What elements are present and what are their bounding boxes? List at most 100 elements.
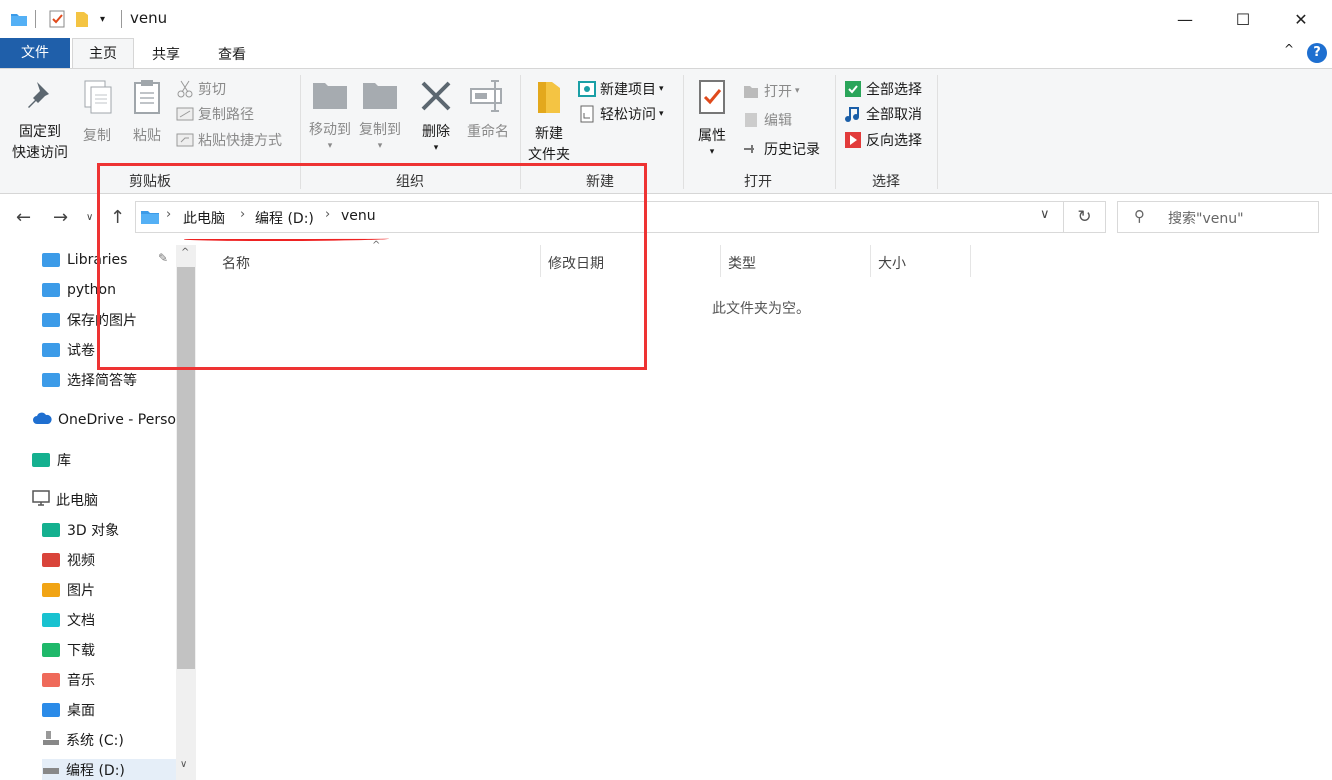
- breadcrumb-venu[interactable]: venu: [341, 208, 376, 224]
- nav-item-documents[interactable]: 文档: [42, 609, 95, 631]
- new-folder-quick-icon[interactable]: [75, 9, 89, 29]
- ribbon-tabs: 文件 主页 共享 查看 ^: [0, 38, 1332, 69]
- window-title: venu: [130, 9, 168, 27]
- address-bar[interactable]: › 此电脑 › 编程 (D:) › venu ∨: [135, 201, 1064, 233]
- delete-button[interactable]: 删除 ▾: [416, 79, 456, 153]
- nav-scrollbar[interactable]: ^ ∨: [176, 245, 196, 780]
- back-arrow-icon[interactable]: ←: [16, 207, 31, 228]
- collapse-ribbon-icon[interactable]: ^: [1284, 42, 1294, 56]
- scroll-down-icon[interactable]: ∨: [180, 759, 187, 770]
- close-button[interactable]: ✕: [1272, 0, 1330, 38]
- nav-item-drive-d[interactable]: 编程 (D:): [42, 759, 176, 780]
- open-button[interactable]: 打开 ▾: [742, 79, 800, 103]
- help-button[interactable]: ?: [1307, 43, 1327, 63]
- open-dropdown-icon: ▾: [795, 86, 800, 96]
- nav-item-3d-objects[interactable]: 3D 对象: [42, 519, 119, 541]
- nav-item-python[interactable]: python: [42, 279, 116, 301]
- new-folder-button[interactable]: 新建 文件夹: [524, 79, 574, 166]
- navigation-pane: Libraries ✎ python 保存的图片 试卷 选择简答等 OneDri…: [0, 245, 197, 780]
- recent-locations-chevron-icon[interactable]: ∨: [86, 212, 93, 223]
- customize-quick-access-icon[interactable]: ▾: [100, 9, 105, 29]
- search-input[interactable]: ⚲ 搜索"venu": [1117, 201, 1319, 233]
- copy-path-button[interactable]: 复制路径: [176, 102, 254, 126]
- easy-access-button[interactable]: 轻松访问 ▾: [578, 102, 664, 126]
- scissors-icon: [176, 80, 194, 98]
- nav-item-this-pc[interactable]: 此电脑: [32, 489, 98, 511]
- nav-item-pictures[interactable]: 图片: [42, 579, 95, 601]
- nav-item-libraries-root[interactable]: 库: [32, 449, 71, 471]
- paste-shortcut-button[interactable]: 粘贴快捷方式: [176, 128, 282, 152]
- title-bar: ▾ venu — ☐ ✕: [0, 0, 1332, 38]
- pin-icon[interactable]: ✎: [158, 251, 168, 265]
- copy-button[interactable]: 复制: [78, 79, 116, 147]
- scroll-up-icon[interactable]: ^: [181, 247, 189, 258]
- breadcrumb-chevron-icon[interactable]: ›: [325, 207, 330, 222]
- rename-button[interactable]: 重命名: [462, 79, 514, 143]
- breadcrumb-chevron-icon[interactable]: ›: [240, 207, 245, 222]
- paste-shortcut-icon: [176, 131, 194, 149]
- scrollbar-thumb[interactable]: [177, 267, 195, 669]
- properties-quick-icon[interactable]: [48, 9, 66, 29]
- folder-icon: [42, 313, 60, 327]
- nav-item-downloads[interactable]: 下载: [42, 639, 95, 661]
- new-item-dropdown-icon: ▾: [659, 84, 664, 94]
- delete-x-icon: [416, 79, 456, 120]
- open-icon: [742, 82, 760, 100]
- downloads-icon: [42, 643, 60, 657]
- folder-icon: [10, 9, 28, 29]
- tab-file[interactable]: 文件: [0, 38, 70, 68]
- computer-icon: [32, 490, 50, 510]
- new-item-button[interactable]: 新建项目 ▾: [578, 77, 664, 101]
- maximize-button[interactable]: ☐: [1214, 0, 1272, 38]
- move-folder-icon: [304, 79, 356, 118]
- desktop-icon: [42, 703, 60, 717]
- 3d-objects-icon: [42, 523, 60, 537]
- navigation-bar: ← → ∨ ↑ › 此电脑 › 编程 (D:) › venu ∨ ↻ ⚲ 搜索"…: [0, 195, 1332, 245]
- nav-item-saved-pictures[interactable]: 保存的图片: [42, 309, 137, 331]
- group-label-organize: 组织: [396, 174, 424, 190]
- move-to-dropdown-icon: ▾: [327, 141, 333, 151]
- forward-arrow-icon[interactable]: →: [53, 207, 68, 228]
- nav-item-exam[interactable]: 试卷: [42, 339, 95, 361]
- tab-share[interactable]: 共享: [152, 44, 180, 64]
- nav-item-music[interactable]: 音乐: [42, 669, 95, 691]
- nav-item-desktop[interactable]: 桌面: [42, 699, 95, 721]
- nav-item-videos[interactable]: 视频: [42, 549, 95, 571]
- address-dropdown-chevron-icon[interactable]: ∨: [1040, 207, 1050, 222]
- group-label-clipboard: 剪贴板: [129, 174, 171, 190]
- nav-item-libraries[interactable]: Libraries: [42, 249, 127, 271]
- breadcrumb-this-pc[interactable]: 此电脑: [183, 208, 225, 228]
- copy-path-icon: [176, 105, 194, 123]
- column-header-name[interactable]: 名称: [222, 253, 250, 273]
- videos-icon: [42, 553, 60, 567]
- copy-to-button[interactable]: 复制到 ▾: [354, 79, 406, 151]
- select-none-button[interactable]: 全部取消: [844, 102, 922, 126]
- tab-view[interactable]: 查看: [218, 44, 246, 64]
- breadcrumb-chevron-icon[interactable]: ›: [166, 207, 171, 222]
- column-header-modified[interactable]: 修改日期: [548, 253, 604, 273]
- group-label-open: 打开: [744, 174, 772, 190]
- nav-item-onedrive[interactable]: OneDrive - Perso: [32, 409, 176, 431]
- column-header-size[interactable]: 大小: [878, 253, 906, 273]
- history-button[interactable]: 历史记录: [742, 137, 820, 161]
- folder-icon: [42, 253, 60, 267]
- documents-icon: [42, 613, 60, 627]
- delete-dropdown-icon: ▾: [433, 143, 439, 153]
- column-header-type[interactable]: 类型: [728, 253, 756, 273]
- refresh-icon[interactable]: ↻: [1064, 201, 1106, 233]
- paste-button[interactable]: 粘贴: [128, 79, 166, 147]
- breadcrumb-drive-d[interactable]: 编程 (D:): [255, 208, 314, 228]
- up-arrow-icon[interactable]: ↑: [110, 207, 125, 228]
- properties-button[interactable]: 属性 ▾: [692, 79, 732, 157]
- select-all-button[interactable]: 全部选择: [844, 77, 922, 101]
- invert-selection-button[interactable]: 反向选择: [844, 128, 922, 152]
- tab-home[interactable]: 主页: [72, 38, 134, 69]
- nav-item-drive-c[interactable]: 系统 (C:): [42, 729, 124, 751]
- minimize-button[interactable]: —: [1156, 0, 1214, 38]
- cut-button[interactable]: 剪切: [176, 77, 226, 101]
- nav-item-choice-short-answer[interactable]: 选择简答等: [42, 369, 137, 391]
- edit-button[interactable]: 编辑: [742, 108, 792, 132]
- move-to-button[interactable]: 移动到 ▾: [304, 79, 356, 151]
- pin-quick-access-button[interactable]: 固定到 快速访问: [8, 79, 72, 164]
- ribbon: 固定到 快速访问 复制 粘贴 剪切 复制路径 粘贴快捷方式 剪贴板 移动到 ▾ …: [0, 68, 1332, 194]
